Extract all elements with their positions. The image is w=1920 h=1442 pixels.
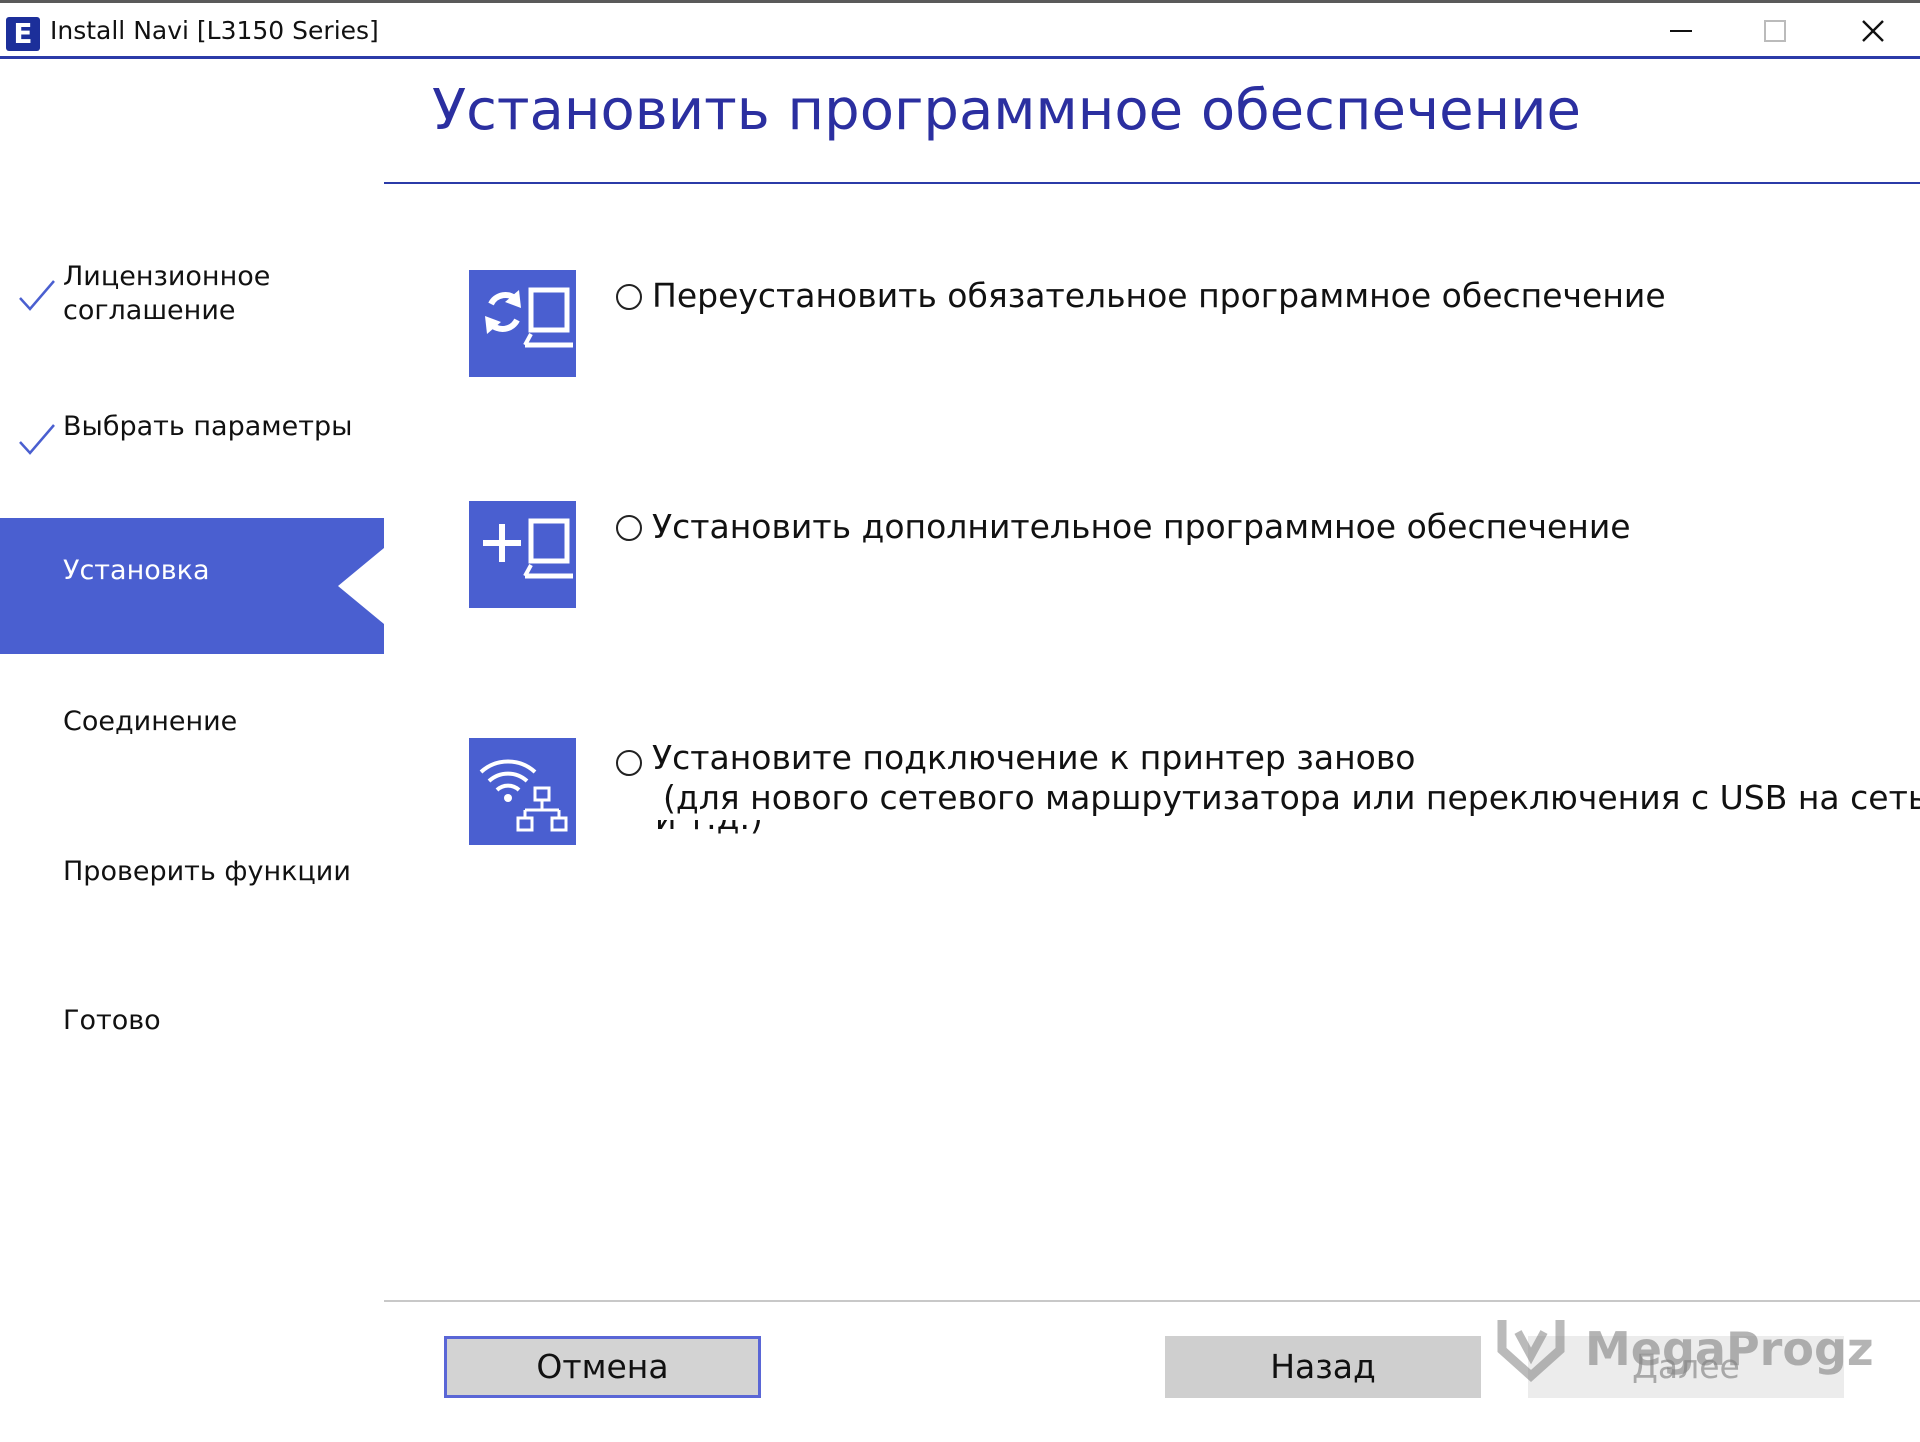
minimize-button[interactable]	[1634, 3, 1728, 58]
watermark-logo-icon	[1497, 1320, 1565, 1383]
sidebar-step-options: Выбрать параметры	[63, 411, 353, 442]
watermark-text: MegaProgz	[1585, 1322, 1874, 1376]
sidebar-step-connection: Соединение	[63, 706, 238, 737]
title-bar[interactable]: E Install Navi [L3150 Series]	[0, 3, 1920, 58]
add-software-computer-icon	[469, 501, 576, 608]
footer-rule	[384, 1300, 1920, 1302]
app-icon: E	[6, 17, 40, 51]
close-icon	[1862, 20, 1884, 42]
sidebar-step-done: Готово	[63, 1005, 161, 1036]
option-reconnect-sublabel: (для нового сетевого маршрутизатора или …	[663, 778, 1920, 817]
reinstall-computer-icon	[469, 270, 576, 377]
wifi-network-icon	[469, 738, 576, 845]
maximize-button[interactable]	[1728, 3, 1822, 58]
cancel-button[interactable]: Отмена	[444, 1336, 761, 1398]
check-icon	[19, 424, 55, 455]
back-button[interactable]: Назад	[1165, 1336, 1481, 1398]
header-rule	[384, 182, 1920, 184]
option-reinstall-label[interactable]: Переустановить обязательное программное …	[652, 276, 1666, 315]
window-title: Install Navi [L3150 Series]	[50, 16, 379, 45]
maximize-icon	[1764, 20, 1786, 42]
sidebar-step-install-label: Установка	[63, 555, 210, 586]
sidebar-step-install-active	[0, 518, 384, 654]
title-separator	[0, 56, 1920, 59]
minimize-icon	[1670, 30, 1692, 32]
sidebar-step-label: Лицензионное	[63, 261, 271, 292]
check-icon	[19, 280, 55, 311]
close-button[interactable]	[1826, 3, 1920, 58]
option-reconnect-radio[interactable]	[616, 750, 642, 776]
option-reconnect-label[interactable]: Установите подключение к принтер заново	[652, 738, 1415, 777]
active-step-marker	[0, 518, 384, 654]
option-reinstall-radio[interactable]	[616, 284, 642, 310]
page-title: Установить программное обеспечение	[432, 78, 1581, 143]
sidebar-step-label: соглашение	[63, 295, 236, 326]
sidebar-step-license: Лицензионное соглашение	[63, 260, 270, 328]
option-reconnect-sublabel-cut-text: и т.д.)	[655, 820, 763, 837]
sidebar-step-check-functions: Проверить функции	[63, 856, 351, 887]
option-reconnect-sublabel-cut: и т.д.)	[655, 820, 955, 840]
option-additional-label[interactable]: Установить дополнительное программное об…	[652, 507, 1631, 546]
option-additional-radio[interactable]	[616, 515, 642, 541]
